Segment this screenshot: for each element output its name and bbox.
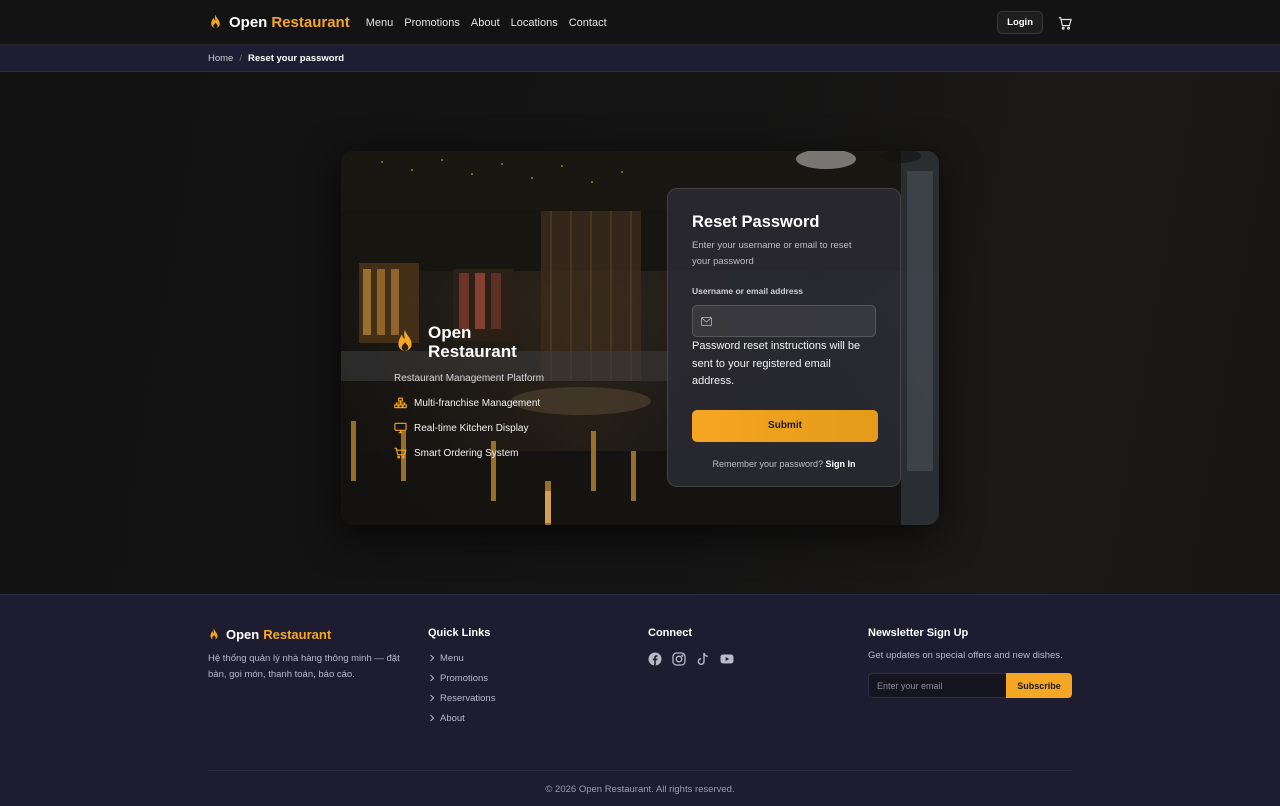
footer-link-label: Reservations <box>440 692 496 704</box>
sign-in-link[interactable]: Sign In <box>826 459 856 469</box>
footer-connect: Connect <box>648 627 744 666</box>
submit-button[interactable]: Submit <box>692 409 878 442</box>
copyright-text: © 2026 Open Restaurant. All rights reser… <box>545 784 735 795</box>
footer-brand-accent: Restaurant <box>263 627 332 642</box>
username-email-field-wrapper[interactable] <box>692 305 876 337</box>
newsletter-form: Subscribe <box>868 673 1072 698</box>
nav-link-promotions[interactable]: Promotions <box>404 17 460 29</box>
footer-link-label: Menu <box>440 652 464 664</box>
quick-links-title: Quick Links <box>428 627 491 639</box>
chevron-right-icon <box>430 694 435 702</box>
cart-icon <box>394 447 407 459</box>
footer-link-label: About <box>440 712 465 724</box>
remember-text: Remember your password? <box>712 458 824 469</box>
newsletter-title: Newsletter Sign Up <box>868 627 969 639</box>
cart-icon[interactable] <box>1058 16 1072 30</box>
chevron-right-icon <box>430 654 435 662</box>
showcase-subtitle: Restaurant Management Platform <box>394 373 545 384</box>
footer-about-text: Hệ thống quản lý nhà hàng thông minh — đ… <box>208 653 400 680</box>
footer-brand-main: Open <box>226 627 260 642</box>
footer-newsletter: Newsletter Sign Up Get updates on specia… <box>868 627 1072 698</box>
tiktok-icon[interactable] <box>696 652 710 666</box>
nav-link-menu[interactable]: Menu <box>366 17 394 29</box>
footer-divider <box>208 770 1072 771</box>
site-footer: Open Restaurant Hệ thống quản lý nhà hàn… <box>0 594 1280 806</box>
subscribe-button[interactable]: Subscribe <box>1006 673 1072 698</box>
nav-link-locations[interactable]: Locations <box>511 17 558 29</box>
flame-icon <box>211 14 220 29</box>
connect-title: Connect <box>648 627 692 639</box>
social-links <box>648 652 744 666</box>
footer-about-column: Open Restaurant Hệ thống quản lý nhà hàn… <box>208 627 413 683</box>
youtube-icon[interactable] <box>720 652 734 666</box>
footer-brand[interactable]: Open Restaurant <box>208 627 413 642</box>
footer-link-reservations[interactable]: Reservations <box>428 688 495 708</box>
feature-item: Real-time Kitchen Display <box>394 422 654 434</box>
newsletter-email-input[interactable] <box>868 673 1006 698</box>
brand-accent-text: Restaurant <box>271 14 350 31</box>
username-email-label: Username or email address <box>692 286 804 296</box>
monitor-icon <box>394 422 407 434</box>
footer-link-about[interactable]: About <box>428 708 495 728</box>
showcase-brand: Open Restaurant <box>394 323 654 361</box>
breadcrumb-separator: / <box>239 53 242 64</box>
brand-main-text: Open <box>229 14 268 31</box>
footer-quick-links: Quick Links Menu Promotions Reservations… <box>428 627 495 728</box>
feature-label: Real-time Kitchen Display <box>414 422 529 434</box>
breadcrumb: Home / Reset your password <box>0 45 1280 72</box>
instagram-icon[interactable] <box>672 652 686 666</box>
nav-link-about[interactable]: About <box>471 17 500 29</box>
sign-in-prompt: Remember your password? Sign In <box>692 459 876 469</box>
username-email-input[interactable] <box>718 315 875 327</box>
brand-showcase: Open Restaurant Restaurant Management Pl… <box>394 323 654 459</box>
chevron-right-icon <box>430 714 435 722</box>
flame-icon <box>398 329 412 351</box>
feature-label: Multi-franchise Management <box>414 397 541 409</box>
nav-actions: Login <box>997 11 1072 34</box>
showcase-brand-text: Open Restaurant <box>428 323 517 361</box>
reset-password-form: Reset Password Enter your username or em… <box>667 188 901 487</box>
footer-link-menu[interactable]: Menu <box>428 648 495 668</box>
envelope-icon <box>701 316 712 326</box>
sitemap-icon <box>394 397 407 409</box>
chevron-right-icon <box>430 674 435 682</box>
footer-link-label: Promotions <box>440 672 489 684</box>
breadcrumb-home-link[interactable]: Home <box>208 53 233 64</box>
feature-item: Smart Ordering System <box>394 447 654 459</box>
top-navbar: Open Restaurant Menu Promotions About Lo… <box>0 0 1280 45</box>
facebook-icon[interactable] <box>648 652 662 666</box>
form-description: Enter your username or email to reset yo… <box>692 240 852 267</box>
feature-label: Smart Ordering System <box>414 447 519 459</box>
flame-icon <box>210 628 218 640</box>
form-title: Reset Password <box>692 213 820 231</box>
nav-link-contact[interactable]: Contact <box>569 17 607 29</box>
login-button[interactable]: Login <box>997 11 1043 34</box>
quick-links-list: Menu Promotions Reservations About <box>428 648 495 728</box>
help-text: Password reset instructions will be sent… <box>692 340 861 387</box>
main-nav: Menu Promotions About Locations Contact <box>366 17 618 29</box>
feature-item: Multi-franchise Management <box>394 397 654 409</box>
breadcrumb-current: Reset your password <box>247 53 345 64</box>
newsletter-description: Get updates on special offers and new di… <box>868 650 1063 661</box>
main-content: Open Restaurant Restaurant Management Pl… <box>0 72 1280 594</box>
brand-logo[interactable]: Open Restaurant <box>208 14 350 31</box>
reset-password-card: Open Restaurant Restaurant Management Pl… <box>341 151 939 525</box>
footer-link-promotions[interactable]: Promotions <box>428 668 495 688</box>
